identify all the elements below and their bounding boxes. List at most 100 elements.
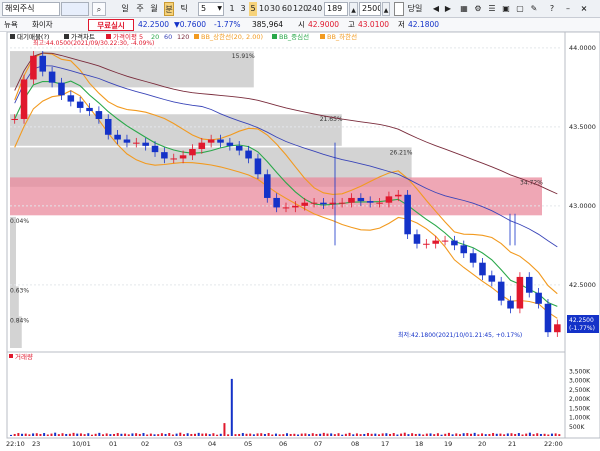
candle-body	[207, 139, 215, 143]
volume-bar	[109, 434, 112, 436]
count-input[interactable]: 189	[324, 2, 348, 16]
volume-bar	[477, 434, 480, 436]
volume-bar	[197, 432, 200, 436]
volume-title: 거래량	[15, 352, 33, 361]
period-month-button[interactable]: 월	[149, 2, 159, 16]
volume-tick-label: 2,500K	[569, 387, 591, 394]
volume-bar	[400, 433, 403, 436]
volume-bar	[146, 434, 149, 436]
settings-icon[interactable]: ⚙	[472, 2, 484, 16]
symbol-input[interactable]: 해외주식	[2, 2, 60, 16]
volume-profile-band	[10, 177, 542, 216]
volume-bar	[363, 433, 366, 436]
volume-bar	[319, 433, 322, 436]
camera-icon[interactable]: ▣	[500, 2, 512, 16]
volume-bar	[495, 433, 498, 436]
candle-body	[488, 275, 496, 282]
candle-body	[413, 234, 421, 244]
help-icon[interactable]: ?	[546, 2, 558, 16]
volume-bar	[418, 433, 421, 436]
next-arrow-icon[interactable]: ▶	[442, 2, 454, 16]
volume-bar	[352, 434, 355, 436]
candle-body	[67, 95, 75, 102]
volume-bar	[414, 433, 417, 436]
volume-bar	[13, 433, 16, 436]
free-realtime-badge: 무료실시	[88, 19, 134, 31]
low-annotation: 최저:42.1800(2021/10/01.21:45, +0.17%)	[398, 331, 522, 339]
volume-bar	[396, 434, 399, 436]
x-tick-label: 03	[174, 440, 182, 448]
candle-body	[394, 194, 402, 197]
interval-30-button[interactable]: 30	[269, 2, 281, 16]
volume-bar	[473, 432, 476, 436]
y-tick-label: 44.0000	[569, 44, 596, 52]
candle-body	[441, 240, 449, 242]
volume-bar	[113, 433, 116, 436]
volume-bar	[179, 432, 182, 436]
volume-bar	[333, 434, 336, 436]
legend-bb-lower: BB_하한선	[327, 32, 357, 41]
volume-profile-label: 0.04%	[10, 218, 29, 225]
period-tick-button[interactable]: 틱	[179, 2, 189, 16]
minute-select[interactable]: 5 ▼	[198, 2, 224, 16]
minimize-icon[interactable]: –	[562, 2, 574, 16]
x-tick-label: 05	[244, 440, 252, 448]
volume-bar	[175, 433, 178, 436]
volume-bar	[411, 433, 414, 436]
candle-body	[292, 205, 299, 208]
volume-bar	[241, 433, 244, 436]
minute-value: 5	[201, 4, 207, 13]
volume-bar	[543, 433, 546, 436]
x-tick-label: 23	[32, 440, 40, 448]
quote-bar: 뉴욕 화이자 무료실시 42.2500 ▼0.7600 -1.77% 385,9…	[0, 18, 600, 32]
x-tick-label: 21	[508, 440, 516, 448]
volume-bar	[389, 433, 392, 436]
close-icon[interactable]: ×	[578, 2, 590, 16]
window-icon[interactable]: ▢	[514, 2, 526, 16]
volume-bar	[153, 434, 156, 436]
symbol-type-select[interactable]	[61, 2, 89, 16]
volume-bar	[274, 433, 277, 436]
volume-bar	[32, 433, 35, 436]
volume-bar	[436, 433, 439, 436]
volume-bar	[212, 433, 215, 436]
price-badge-value: 42.2500	[569, 317, 594, 324]
zoom-input[interactable]: 2500	[359, 2, 381, 16]
interval-240-button[interactable]: 240	[307, 2, 322, 16]
volume-bar	[252, 434, 255, 436]
interval-1-button[interactable]: 1	[228, 2, 236, 16]
volume-bar	[127, 434, 130, 436]
candle-body	[170, 158, 178, 160]
zoom-stepper[interactable]: ▲	[382, 2, 390, 16]
price-chart[interactable]: 15.91%21.65%26.21%34.72%0.04%0.63%0.84% …	[0, 32, 600, 451]
x-tick-label: 22:10	[6, 440, 25, 448]
period-minute-button[interactable]: 분	[164, 2, 174, 16]
interval-10-button[interactable]: 10	[259, 2, 269, 16]
search-icon: ⌕	[96, 5, 102, 14]
pin-icon[interactable]: ✎	[528, 2, 540, 16]
volume-profile-band	[10, 216, 16, 287]
count-stepper[interactable]: ▲	[349, 2, 358, 16]
prev-arrow-icon[interactable]: ◀	[430, 2, 442, 16]
grid-icon[interactable]: ▦	[458, 2, 470, 16]
interval-5-button[interactable]: 5	[249, 2, 257, 16]
period-day-button[interactable]: 일	[120, 2, 130, 16]
interval-3-button[interactable]: 3	[239, 2, 247, 16]
volume-bar	[348, 432, 351, 436]
volume-bar	[271, 434, 274, 436]
market-tab[interactable]: 뉴욕	[4, 18, 28, 32]
interval-120-button[interactable]: 120	[293, 2, 308, 16]
x-tick-label: 01	[109, 440, 117, 448]
volume-bar	[326, 433, 329, 436]
period-week-button[interactable]: 주	[135, 2, 145, 16]
x-tick-label: 20	[478, 440, 486, 448]
volume-bar	[403, 432, 406, 436]
volume-bar	[425, 433, 428, 436]
volume-bar	[142, 433, 145, 436]
interval-60-button[interactable]: 60	[281, 2, 293, 16]
timeframe-checkbox[interactable]	[394, 2, 404, 16]
volume-bar	[238, 433, 241, 436]
list-icon[interactable]: ☰	[486, 2, 498, 16]
volume-bar	[539, 433, 542, 436]
search-button[interactable]: ⌕	[92, 2, 106, 16]
